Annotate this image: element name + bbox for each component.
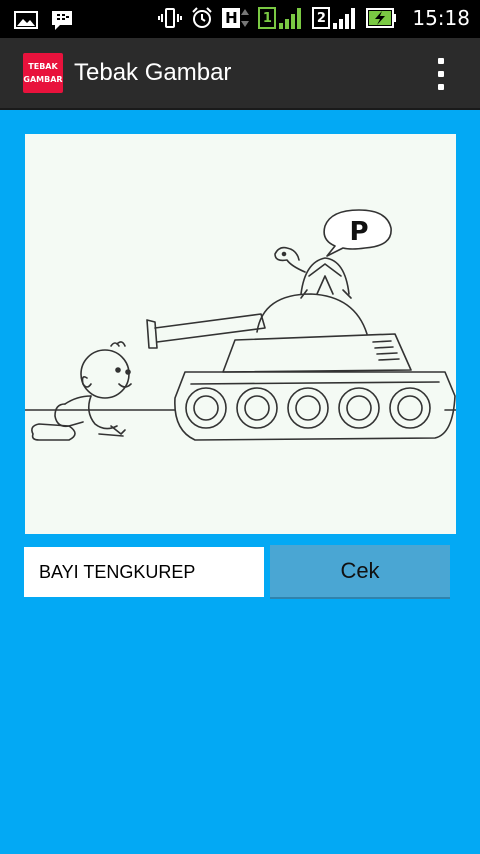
check-button[interactable]: Cek xyxy=(270,545,450,597)
turtle-drawing xyxy=(274,246,352,299)
clock: 15:18 xyxy=(412,6,470,30)
tank-drawing xyxy=(146,293,456,441)
overflow-menu-button[interactable] xyxy=(438,58,446,90)
alarm-icon xyxy=(192,7,213,28)
network-type-badge: H xyxy=(222,7,250,29)
overflow-dot xyxy=(438,84,444,90)
app-logo-text-line1: TEBAK xyxy=(28,62,58,71)
baby-drawing xyxy=(31,341,132,441)
answer-input[interactable]: BAYI TENGKUREP xyxy=(24,547,264,597)
page-title: Tebak Gambar xyxy=(74,59,232,86)
sim2-signal: 2 xyxy=(312,7,358,29)
overflow-dot xyxy=(438,71,444,77)
sim1-signal: 1 xyxy=(258,7,304,29)
action-bar: TEBAK GAMBAR Tebak Gambar xyxy=(0,38,480,110)
puzzle-image: P xyxy=(24,134,457,534)
signal-strength-icon xyxy=(333,8,356,29)
battery-charging-icon xyxy=(366,8,397,28)
vibrate-icon xyxy=(158,8,183,28)
data-arrows-icon xyxy=(241,9,250,27)
gallery-icon xyxy=(14,11,38,29)
puzzle-illustration: P xyxy=(24,209,457,441)
speech-bubble-letter: P xyxy=(349,217,368,247)
app-logo[interactable]: TEBAK GAMBAR xyxy=(23,53,63,93)
overflow-dot xyxy=(438,58,444,64)
signal-strength-icon xyxy=(279,8,302,29)
bbm-icon xyxy=(52,11,72,30)
status-bar: H 1 2 15:18 xyxy=(0,0,480,38)
app-logo-text-line2: GAMBAR xyxy=(23,75,63,84)
